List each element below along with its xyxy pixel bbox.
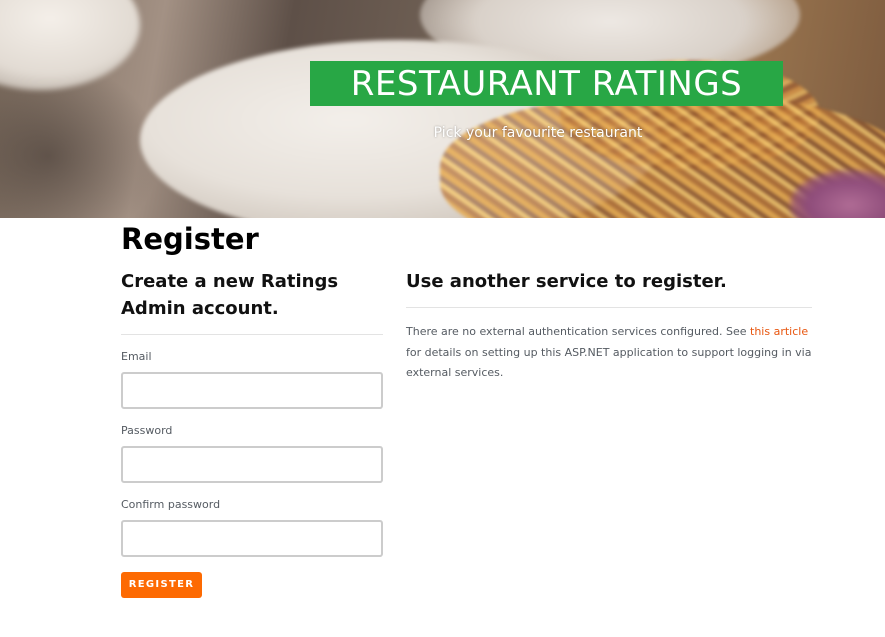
site-tagline: Pick your favourite restaurant: [433, 125, 643, 141]
info-text-end: for details on setting up this ASP.NET a…: [406, 345, 812, 380]
confirm-password-group: Confirm password: [121, 498, 383, 557]
external-services-heading: Use another service to register.: [406, 271, 727, 292]
register-form: Email Password Confirm password REGISTER: [121, 350, 383, 598]
hero-banner: RESTAURANT RATINGS Pick your favourite r…: [0, 0, 885, 218]
email-group: Email: [121, 350, 383, 409]
confirm-password-label: Confirm password: [121, 498, 221, 511]
divider: [406, 307, 812, 308]
info-text-start: There are no external authentication ser…: [406, 325, 751, 338]
register-form-section: Create a new Ratings Admin account. Emai…: [121, 268, 383, 598]
external-services-info: There are no external authentication ser…: [406, 322, 812, 384]
site-title-box: RESTAURANT RATINGS: [310, 61, 783, 106]
password-group: Password: [121, 424, 383, 483]
page-title: Register: [121, 222, 259, 256]
register-button[interactable]: REGISTER: [121, 571, 202, 598]
divider: [121, 334, 383, 335]
email-field[interactable]: [121, 372, 383, 409]
register-form-heading: Create a new Ratings Admin account.: [121, 271, 339, 319]
confirm-password-field[interactable]: [121, 520, 383, 557]
password-label: Password: [121, 424, 173, 437]
site-title: RESTAURANT RATINGS: [350, 63, 743, 104]
this-article-link[interactable]: this article: [750, 325, 808, 338]
email-label: Email: [121, 350, 152, 363]
password-field[interactable]: [121, 446, 383, 483]
external-services-section: Use another service to register. There a…: [406, 268, 812, 384]
